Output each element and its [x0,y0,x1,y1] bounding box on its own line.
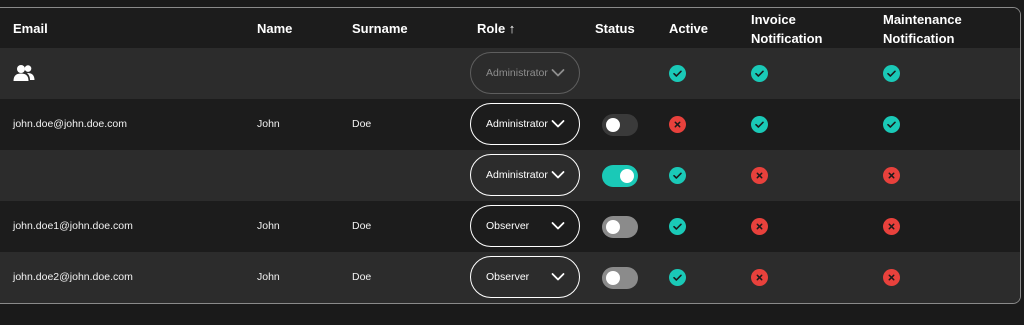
header-active[interactable]: Active [669,20,708,37]
cell-email: john.doe@john.doe.com [13,118,127,130]
table-row: john.doe2@john.doe.com John Doe Observer [0,252,1020,303]
table-header: Email Name Surname Role ↑ Status Active … [0,8,1020,48]
cross-circle-icon [883,269,900,286]
cross-circle-icon [883,167,900,184]
header-maintenance-notification-line1[interactable]: Maintenance [883,11,962,28]
role-select-value: Observer [486,220,530,232]
users-table: Email Name Surname Role ↑ Status Active … [0,7,1021,304]
cell-surname: Doe [352,220,372,232]
header-name[interactable]: Name [257,20,292,37]
users-icon [13,64,35,82]
check-circle-icon [669,167,686,184]
role-select[interactable]: Administrator [470,103,580,145]
role-select-value: Administrator [486,118,548,130]
table-row: Administrator [0,150,1020,201]
cell-name: John [257,118,280,130]
check-circle-icon [751,116,768,133]
header-invoice-notification-line2[interactable]: Notification [751,30,823,47]
toggle-knob [606,118,620,132]
status-toggle[interactable] [602,165,638,187]
cell-surname: Doe [352,271,372,283]
status-toggle[interactable] [602,114,638,136]
role-select[interactable]: Observer [470,256,580,298]
toggle-knob [606,220,620,234]
cell-name: John [257,271,280,283]
cross-circle-icon [751,269,768,286]
header-email[interactable]: Email [13,20,48,37]
cell-name: John [257,220,280,232]
check-circle-icon [751,65,768,82]
role-select-value: Administrator [486,67,548,79]
header-role-sorted[interactable]: Role ↑ [477,20,515,37]
cross-circle-icon [669,116,686,133]
role-select-value: Administrator [486,169,548,181]
toggle-knob [606,271,620,285]
check-circle-icon [669,218,686,235]
check-circle-icon [883,116,900,133]
check-circle-icon [883,65,900,82]
table-row: john.doe1@john.doe.com John Doe Observer [0,201,1020,252]
header-surname[interactable]: Surname [352,20,408,37]
cross-circle-icon [883,218,900,235]
header-status[interactable]: Status [595,20,635,37]
role-select[interactable]: Administrator [470,154,580,196]
role-select-value: Observer [486,271,530,283]
cell-email: john.doe1@john.doe.com [13,220,133,232]
status-toggle[interactable] [602,216,638,238]
table-row: john.doe@john.doe.com John Doe Administrato… [0,99,1020,150]
role-select: Administrator [470,52,580,94]
cross-circle-icon [751,218,768,235]
table-row: Administrator [0,48,1020,99]
role-select[interactable]: Observer [470,205,580,247]
check-circle-icon [669,269,686,286]
check-circle-icon [669,65,686,82]
cell-email: john.doe2@john.doe.com [13,271,133,283]
header-maintenance-notification-line2[interactable]: Notification [883,30,955,47]
cross-circle-icon [751,167,768,184]
header-invoice-notification-line1[interactable]: Invoice [751,11,796,28]
status-toggle[interactable] [602,267,638,289]
toggle-knob [620,169,634,183]
cell-surname: Doe [352,118,372,130]
